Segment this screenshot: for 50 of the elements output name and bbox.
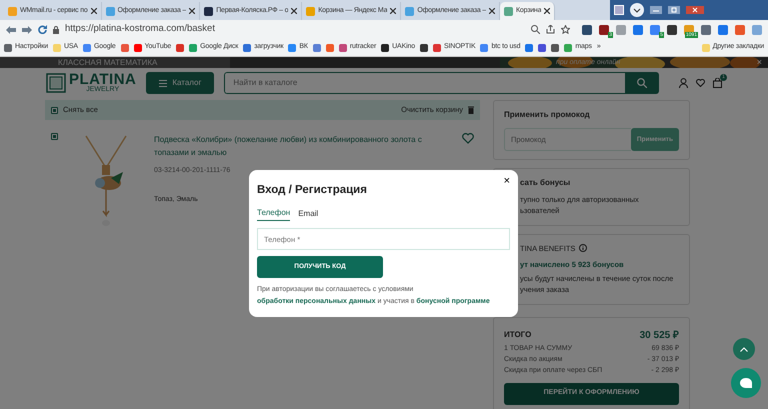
close-icon[interactable] — [390, 8, 396, 14]
total-value: 30 525 ₽ — [640, 328, 679, 342]
share-icon[interactable] — [546, 25, 555, 34]
bookmark-icon[interactable] — [420, 44, 428, 52]
extension-icon[interactable] — [667, 24, 677, 34]
bookmark-icon[interactable] — [551, 44, 560, 52]
close-icon[interactable] — [489, 8, 496, 14]
bag-icon[interactable] — [713, 78, 722, 88]
minimize-icon[interactable] — [650, 6, 662, 14]
chat-button[interactable] — [731, 368, 761, 398]
login-tab[interactable]: Email — [298, 207, 318, 221]
checkbox[interactable] — [51, 106, 58, 114]
close-icon[interactable] — [189, 8, 196, 14]
close-icon[interactable] — [90, 8, 97, 14]
logo-text: PLATINA — [69, 73, 136, 86]
heart-icon[interactable] — [462, 133, 474, 144]
close-icon[interactable] — [291, 8, 298, 14]
login-tab[interactable]: Телефон — [257, 207, 290, 221]
total-label: ИТОГО — [504, 329, 532, 341]
zoom-icon[interactable] — [531, 25, 540, 34]
lock-icon — [53, 26, 59, 34]
reload-icon[interactable] — [38, 25, 47, 34]
close-button[interactable]: × — [504, 175, 510, 187]
close-icon[interactable] — [544, 8, 550, 14]
user-icon[interactable] — [679, 78, 688, 88]
promo-title: Применить промокод — [504, 109, 591, 121]
search-button[interactable] — [625, 72, 659, 94]
logo-icon — [46, 73, 66, 93]
chevron-up-icon — [740, 346, 748, 352]
back-icon[interactable] — [6, 26, 16, 34]
forward-icon[interactable] — [22, 26, 32, 34]
info-icon[interactable] — [579, 244, 588, 252]
url-field[interactable]: https://platina-kostroma.com/basket — [65, 22, 525, 37]
extension-icon[interactable] — [701, 24, 711, 34]
menu-icon — [159, 80, 168, 86]
dialog-title: Вход / Регистрация — [257, 183, 367, 198]
extension-icon[interactable] — [582, 24, 592, 34]
banner-title: КЛАССНАЯ МАТЕМАТИКА — [58, 57, 158, 68]
heart-icon[interactable] — [696, 79, 705, 87]
checkbox[interactable] — [51, 133, 58, 140]
trash-icon[interactable] — [468, 106, 474, 114]
bonus-title: сать бонусы — [520, 177, 572, 189]
bookmark-icon[interactable] — [538, 44, 546, 52]
maximize-icon[interactable] — [668, 6, 680, 14]
star-icon[interactable] — [561, 25, 570, 34]
search-field[interactable]: Найти в каталоге — [224, 72, 625, 94]
account-icon[interactable] — [630, 3, 644, 17]
search-icon — [637, 78, 647, 88]
scroll-up-button[interactable] — [733, 338, 755, 360]
chat-bubble-icon — [739, 376, 753, 390]
